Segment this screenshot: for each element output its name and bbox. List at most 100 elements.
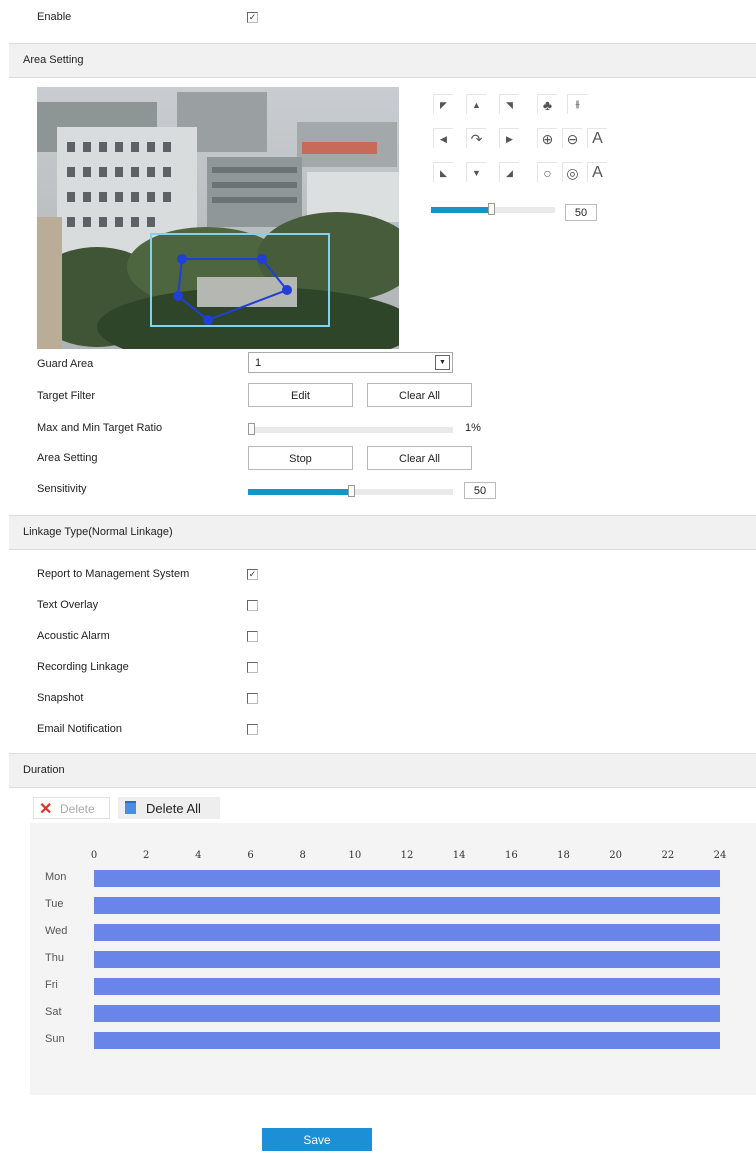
day-label: Thu <box>45 952 64 964</box>
ptz-up-right-button[interactable]: ◥ <box>499 94 519 114</box>
hour-tick-label: 20 <box>609 850 623 861</box>
hour-tick-label: 4 <box>195 850 202 861</box>
delete-button-label: Delete <box>60 802 95 816</box>
polygon-vertex <box>173 291 183 301</box>
edit-filter-button[interactable]: Edit <box>248 383 353 407</box>
target-ratio-value: 1% <box>465 422 481 434</box>
ptz-up-left-button[interactable]: ◤ <box>433 94 453 114</box>
schedule-bar[interactable] <box>94 924 720 941</box>
sensitivity-label: Sensitivity <box>37 483 87 495</box>
delete-button[interactable]: ✕ Delete <box>33 797 110 819</box>
linkage-checkbox-snapshot[interactable] <box>247 693 258 704</box>
guard-area-select[interactable]: 1 ▼ <box>248 352 453 373</box>
linkage-section-header: Linkage Type(Normal Linkage) <box>9 515 756 550</box>
ptz-down-right-button[interactable]: ◢ <box>499 162 519 182</box>
area-setting-label: Area Setting <box>37 452 98 464</box>
polygon-vertex <box>257 254 267 264</box>
polygon-vertex <box>203 315 213 325</box>
zoom-out-icon[interactable]: ⊖ <box>562 128 582 148</box>
save-button[interactable]: Save <box>262 1128 372 1151</box>
schedule-grid[interactable]: 0 2 4 6 8 10 12 14 16 18 20 22 24 Mon Tue Wed Thu Fri Sat S… <box>30 823 756 1095</box>
polygon-vertex <box>282 285 292 295</box>
linkage-checkbox-report[interactable]: ✓ <box>247 569 258 580</box>
ptz-down-button[interactable]: ▼ <box>466 162 486 182</box>
linkage-checkbox-text-overlay[interactable] <box>247 600 258 611</box>
ptz-up-button[interactable]: ▲ <box>466 94 486 114</box>
delete-all-button-label: Delete All <box>146 801 201 816</box>
ptz-down-left-button[interactable]: ◣ <box>433 162 453 182</box>
stop-drawing-button[interactable]: Stop <box>248 446 353 470</box>
sensitivity-value[interactable]: 50 <box>464 482 496 499</box>
linkage-label-text-overlay: Text Overlay <box>37 599 99 611</box>
guard-area-select-value: 1 <box>255 357 262 369</box>
hour-tick-label: 6 <box>247 850 254 861</box>
enable-checkbox[interactable]: ✓ <box>247 12 258 23</box>
sensitivity-slider[interactable] <box>248 485 453 497</box>
linkage-label-report: Report to Management System <box>37 568 190 580</box>
area-setting-section-header: Area Setting <box>9 43 756 78</box>
day-label: Mon <box>45 871 67 883</box>
ptz-speed-slider-thumb[interactable] <box>488 203 495 215</box>
enable-label: Enable <box>37 11 72 23</box>
target-ratio-slider[interactable] <box>248 423 453 435</box>
hour-tick-label: 2 <box>142 850 150 861</box>
focus-far-icon[interactable]: ⫵ <box>567 94 587 114</box>
schedule-bar[interactable] <box>94 951 720 968</box>
sensitivity-slider-fill <box>248 489 351 495</box>
auto-iris-icon[interactable]: A <box>587 162 607 182</box>
hour-tick-label: 10 <box>348 850 362 861</box>
hour-tick-label: 12 <box>400 850 414 861</box>
day-label: Sun <box>45 1033 65 1045</box>
zoom-in-icon[interactable]: ⊕ <box>537 128 557 148</box>
close-icon: ✕ <box>39 801 53 818</box>
ptz-speed-slider-fill <box>431 207 491 213</box>
target-ratio-label: Max and Min Target Ratio <box>37 422 163 434</box>
camera-scene-image <box>37 87 399 349</box>
day-label: Sat <box>45 1006 62 1018</box>
hour-tick-label: 0 <box>90 850 98 861</box>
polygon-vertex <box>177 254 187 264</box>
target-ratio-slider-thumb[interactable] <box>248 423 255 435</box>
hour-tick-label: 24 <box>713 850 727 861</box>
ptz-left-button[interactable]: ◀ <box>433 128 453 148</box>
schedule-bar[interactable] <box>94 1032 720 1049</box>
schedule-bar[interactable] <box>94 1005 720 1022</box>
linkage-checkbox-email[interactable] <box>247 724 258 735</box>
day-label: Wed <box>45 925 68 937</box>
tree-icon[interactable]: ♣ <box>537 94 557 114</box>
ptz-right-button[interactable]: ▶ <box>499 128 519 148</box>
hour-tick-label: 8 <box>299 850 306 861</box>
linkage-section-title: Linkage Type(Normal Linkage) <box>23 526 173 538</box>
ptz-auto-rotate-button[interactable]: ↷ <box>466 128 486 148</box>
ptz-speed-slider[interactable] <box>431 203 555 215</box>
linkage-checkbox-acoustic-alarm[interactable] <box>247 631 258 642</box>
schedule-bar[interactable] <box>94 897 720 914</box>
trash-icon <box>125 801 136 814</box>
iris-close-icon[interactable]: ◎ <box>562 162 582 182</box>
clear-filter-button[interactable]: Clear All <box>367 383 472 407</box>
linkage-checkbox-recording[interactable] <box>247 662 258 673</box>
sensitivity-slider-thumb[interactable] <box>348 485 355 497</box>
day-label: Tue <box>45 898 64 910</box>
hour-tick-label: 22 <box>661 850 675 861</box>
linkage-label-email: Email Notification <box>37 723 122 735</box>
day-label: Fri <box>45 979 58 991</box>
ptz-speed-value[interactable]: 50 <box>565 204 597 221</box>
iris-open-icon[interactable]: ○ <box>537 162 557 182</box>
duration-section-header: Duration <box>9 753 756 788</box>
hour-tick-label: 16 <box>504 850 518 861</box>
clear-area-button[interactable]: Clear All <box>367 446 472 470</box>
guard-area-label: Guard Area <box>37 358 94 370</box>
hour-tick-label: 14 <box>452 850 466 861</box>
chevron-down-icon: ▼ <box>435 355 450 370</box>
linkage-label-snapshot: Snapshot <box>37 692 84 704</box>
schedule-bar[interactable] <box>94 978 720 995</box>
auto-focus-icon[interactable]: A <box>587 128 607 148</box>
delete-all-button[interactable]: Delete All <box>118 797 220 819</box>
target-filter-label: Target Filter <box>37 390 96 402</box>
camera-preview[interactable] <box>37 87 399 349</box>
linkage-label-recording: Recording Linkage <box>37 661 129 673</box>
schedule-bar[interactable] <box>94 870 720 887</box>
linkage-label-acoustic-alarm: Acoustic Alarm <box>37 630 110 642</box>
duration-section-title: Duration <box>23 764 65 776</box>
